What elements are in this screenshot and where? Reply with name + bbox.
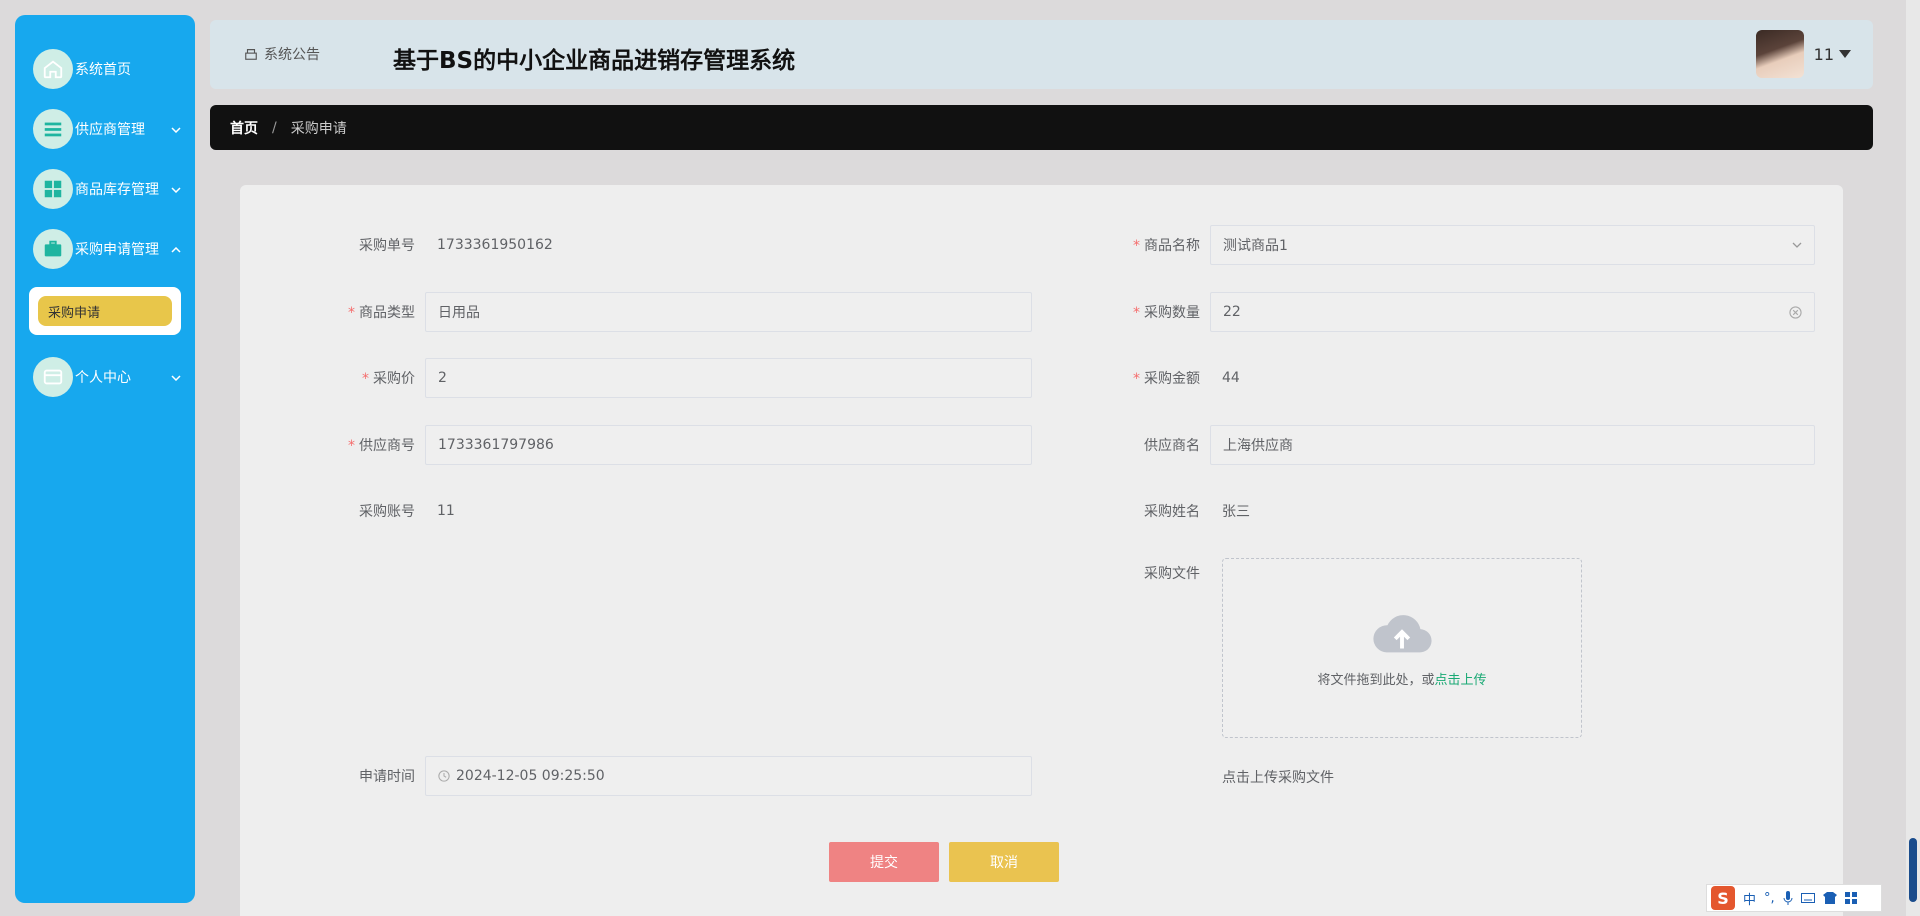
notice-icon bbox=[245, 49, 257, 60]
supplier-name-field: 供应商名 上海供应商 bbox=[1120, 425, 1815, 465]
supplier-no-label: 供应商号 bbox=[359, 438, 415, 454]
buyer-name-field: 采购姓名 张三 bbox=[1120, 491, 1250, 531]
chevron-down-icon bbox=[171, 369, 181, 385]
sidebar-item-home[interactable]: 系统首页 bbox=[15, 39, 195, 99]
clock-icon bbox=[438, 770, 450, 782]
chevron-down-icon bbox=[171, 181, 181, 197]
scrollbar-thumb[interactable] bbox=[1909, 838, 1917, 902]
cloud-upload-icon bbox=[1373, 614, 1432, 652]
microphone-icon[interactable] bbox=[1783, 891, 1793, 905]
file-field: 采购文件 bbox=[1120, 558, 1210, 588]
upload-tip: 点击上传采购文件 bbox=[1222, 770, 1334, 786]
product-type-input[interactable]: 日用品 bbox=[425, 292, 1032, 332]
file-label: 采购文件 bbox=[1144, 566, 1200, 582]
breadcrumb: 首页 / 采购申请 bbox=[210, 105, 1873, 150]
chevron-down-icon bbox=[171, 121, 181, 137]
ime-punctuation[interactable]: °, bbox=[1764, 891, 1775, 906]
sidebar-item-purchase[interactable]: 采购申请管理 bbox=[15, 219, 195, 279]
user-name: 11 bbox=[1813, 44, 1834, 64]
toolbox-icon[interactable] bbox=[1844, 892, 1857, 904]
price-input[interactable]: 2 bbox=[425, 358, 1032, 398]
sogou-logo-icon[interactable]: S bbox=[1711, 886, 1735, 910]
grid-icon bbox=[33, 169, 73, 209]
amount-value: 44 bbox=[1222, 370, 1240, 386]
apply-time-label: 申请时间 bbox=[359, 769, 415, 785]
amount-field: * 采购金额 44 bbox=[1133, 370, 1240, 387]
upload-link[interactable]: 点击上传 bbox=[1435, 673, 1487, 688]
supplier-name-input[interactable]: 上海供应商 bbox=[1210, 425, 1815, 465]
file-upload-dropzone[interactable]: 将文件拖到此处，或点击上传 bbox=[1222, 558, 1582, 738]
apply-time-picker[interactable]: 2024-12-05 09:25:50 bbox=[425, 756, 1032, 796]
sidebar-item-label: 系统首页 bbox=[75, 62, 131, 78]
quantity-label: 采购数量 bbox=[1144, 305, 1200, 321]
supplier-no-field: * 供应商号 1733361797986 bbox=[335, 425, 1032, 465]
supplier-no-input[interactable]: 1733361797986 bbox=[425, 425, 1032, 465]
sidebar-item-label: 个人中心 bbox=[75, 370, 131, 386]
ime-toolbar: S 中 °, bbox=[1706, 884, 1882, 912]
sidebar-item-label: 采购申请管理 bbox=[75, 242, 159, 258]
sidebar-item-profile[interactable]: 个人中心 bbox=[15, 347, 195, 407]
sidebar-item-label: 供应商管理 bbox=[75, 122, 145, 138]
quantity-input[interactable]: 22 bbox=[1210, 292, 1815, 332]
buyer-name-label: 采购姓名 bbox=[1144, 504, 1200, 520]
account-value: 11 bbox=[437, 503, 455, 519]
top-header: 系统公告 基于BS的中小企业商品进销存管理系统 11 bbox=[210, 20, 1873, 89]
home-icon bbox=[33, 49, 73, 89]
avatar bbox=[1755, 30, 1804, 78]
upload-drop-text: 将文件拖到此处，或 bbox=[1317, 672, 1435, 688]
account-field: 采购账号 11 bbox=[335, 491, 455, 531]
ime-mode[interactable]: 中 bbox=[1743, 889, 1756, 908]
product-type-field: * 商品类型 日用品 bbox=[335, 292, 1032, 332]
apply-time-field: 申请时间 2024-12-05 09:25:50 bbox=[335, 756, 1032, 796]
page-scrollbar[interactable] bbox=[1906, 0, 1920, 916]
product-name-field: * 商品名称 测试商品1 bbox=[1120, 225, 1815, 265]
quantity-field: * 采购数量 22 bbox=[1120, 292, 1815, 332]
product-name-select[interactable]: 测试商品1 bbox=[1210, 225, 1815, 265]
notice-link[interactable]: 系统公告 bbox=[244, 44, 320, 64]
chevron-down-icon bbox=[1792, 242, 1802, 248]
breadcrumb-current: 采购申请 bbox=[290, 120, 347, 137]
purchase-form: 采购单号 1733361950162 * 商品名称 测试商品1 * 商品类型 日用品… bbox=[240, 185, 1843, 916]
chevron-up-icon bbox=[171, 241, 181, 257]
clear-icon[interactable] bbox=[1789, 306, 1802, 319]
purchase-submenu: 采购申请 bbox=[29, 287, 181, 335]
sidebar-item-label: 商品库存管理 bbox=[75, 182, 159, 198]
supplier-name-label: 供应商名 bbox=[1144, 438, 1200, 454]
notice-label: 系统公告 bbox=[264, 47, 320, 63]
order-no-label: 采购单号 bbox=[359, 238, 415, 254]
breadcrumb-home[interactable]: 首页 bbox=[230, 118, 258, 138]
sidebar-item-suppliers[interactable]: 供应商管理 bbox=[15, 99, 195, 159]
account-label: 采购账号 bbox=[359, 504, 415, 520]
price-label: 采购价 bbox=[373, 371, 415, 387]
submit-button[interactable]: 提交 bbox=[829, 842, 939, 882]
sidebar-item-inventory[interactable]: 商品库存管理 bbox=[15, 159, 195, 219]
card-icon bbox=[33, 357, 73, 397]
caret-down-icon bbox=[1839, 50, 1851, 58]
sidebar: 系统首页 供应商管理 商品库存管理 采购申请管理 采购申请 个人中心 bbox=[15, 15, 195, 903]
buyer-name-value: 张三 bbox=[1222, 504, 1250, 520]
skin-icon[interactable] bbox=[1822, 892, 1837, 904]
app-title: 基于BS的中小企业商品进销存管理系统 bbox=[393, 48, 796, 74]
sidebar-item-purchase-apply[interactable]: 采购申请 bbox=[38, 296, 172, 326]
briefcase-icon bbox=[33, 229, 73, 269]
product-type-label: 商品类型 bbox=[359, 305, 415, 321]
amount-label: 采购金额 bbox=[1144, 371, 1200, 387]
product-name-label: 商品名称 bbox=[1144, 238, 1200, 254]
order-no-value: 1733361950162 bbox=[437, 237, 553, 253]
price-field: * 采购价 2 bbox=[335, 358, 1032, 398]
keyboard-icon[interactable] bbox=[1800, 893, 1815, 903]
list-icon bbox=[33, 109, 73, 149]
order-no-field: 采购单号 1733361950162 bbox=[335, 225, 553, 265]
breadcrumb-separator: / bbox=[272, 119, 277, 136]
user-menu[interactable]: 11 bbox=[1755, 30, 1851, 78]
cancel-button[interactable]: 取消 bbox=[949, 842, 1059, 882]
